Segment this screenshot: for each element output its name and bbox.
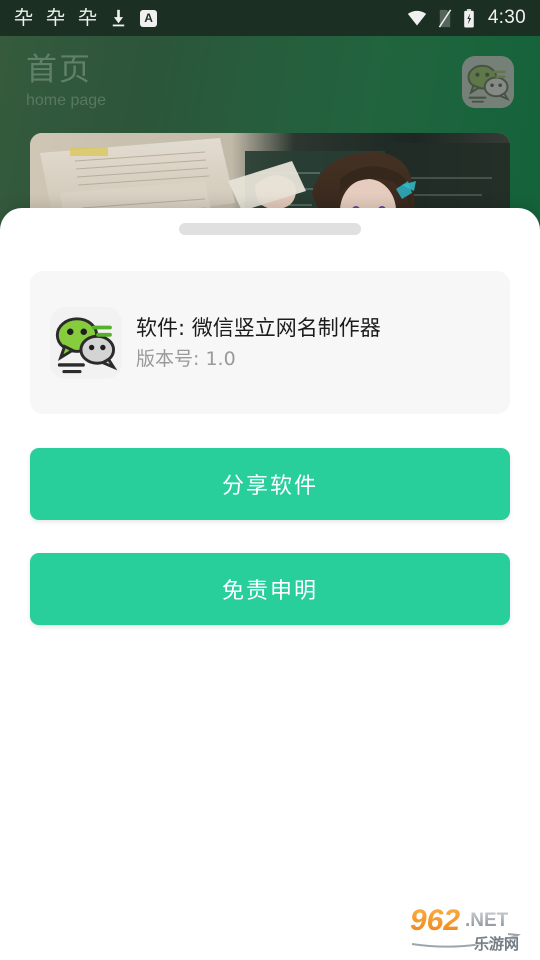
bottom-sheet: 软件: 微信竖立网名制作器 版本号: 1.0 分享软件 免责申明 (0, 208, 540, 960)
phone-screen: 首页 home page 卆 卆 卆 A 4:30 软件: 微信竖立网名制作器 … (0, 0, 540, 960)
version-label: 版本号: 1.0 (136, 347, 236, 370)
drag-handle[interactable] (179, 223, 361, 235)
svg-text:乐游网: 乐游网 (474, 935, 519, 953)
site-watermark: 962 .NET 乐游网 (408, 900, 532, 954)
svg-text:962: 962 (410, 904, 460, 937)
app-info-card: 软件: 微信竖立网名制作器 版本号: 1.0 (30, 271, 510, 414)
disclaimer-button[interactable]: 免责申明 (30, 553, 510, 625)
svg-text:.NET: .NET (465, 910, 509, 931)
app-info-text-group: 软件: 微信竖立网名制作器 版本号: 1.0 (136, 313, 381, 373)
wechat-icon (50, 306, 122, 379)
software-name-label: 软件: 微信竖立网名制作器 (136, 315, 381, 340)
share-software-button[interactable]: 分享软件 (30, 448, 510, 520)
